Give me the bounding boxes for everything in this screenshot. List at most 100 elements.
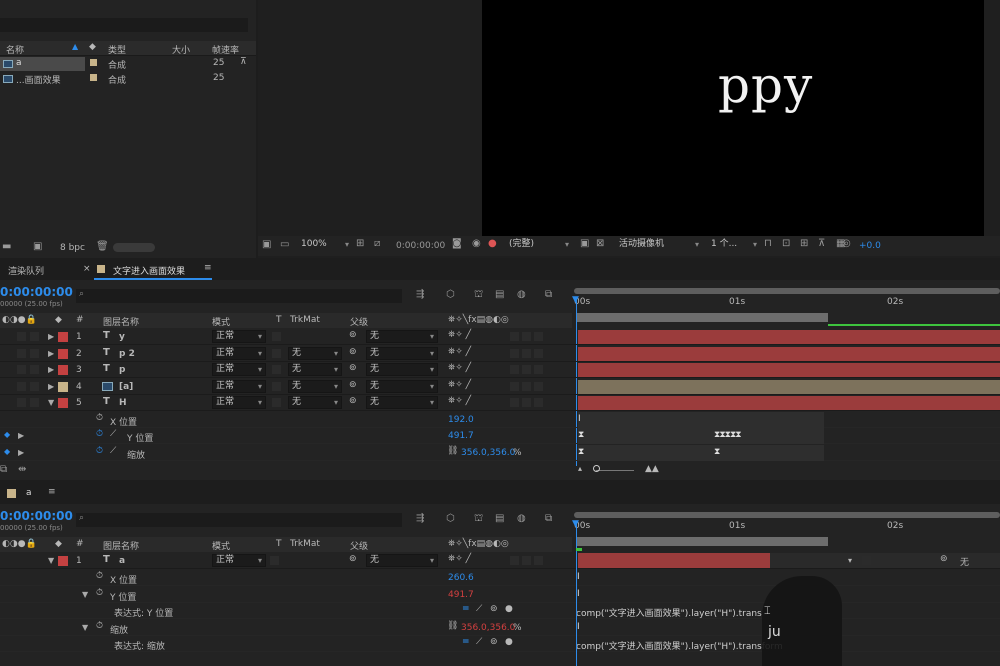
switch-cell[interactable] xyxy=(30,381,39,391)
switch-cell[interactable] xyxy=(17,332,26,341)
expression-row[interactable]: 表达式: 缩放 = ⟋ ⊚ ● comp("文字进入画面效果").layer("… xyxy=(0,636,1000,653)
flowchart-icon[interactable]: ⊼ xyxy=(240,57,247,67)
graph-editor-icon[interactable]: ⧉ xyxy=(545,513,552,524)
expand-triangle-icon[interactable]: ▼ xyxy=(48,398,54,407)
tab-render-queue[interactable]: 渲染队列 xyxy=(8,264,44,277)
layer-name[interactable]: a xyxy=(119,556,125,566)
layer-name[interactable]: y xyxy=(119,332,125,342)
property-value[interactable]: 356.0,356.0 xyxy=(461,448,515,458)
layer-name[interactable]: p xyxy=(119,365,125,375)
switch-cell[interactable] xyxy=(17,381,26,391)
trkmat-select[interactable]: 无 ▾ xyxy=(288,363,342,376)
switches-icon[interactable]: ⛯✧╲fx▤◍◐◎ xyxy=(448,315,509,325)
language-menu-icon[interactable]: ● xyxy=(505,604,513,614)
preserve-transparency[interactable] xyxy=(272,348,281,358)
property-value[interactable]: 260.6 xyxy=(448,573,474,583)
property-row[interactable]: ⏱ X 位置 192.0 xyxy=(0,412,1000,428)
parent-select[interactable]: 无 ▾ xyxy=(366,330,438,343)
close-icon[interactable]: × xyxy=(83,264,91,274)
collapse-triangle-icon[interactable]: ▶ xyxy=(48,332,54,341)
views-select[interactable]: 1 个... ▾ xyxy=(708,239,760,252)
property-row[interactable]: ◆ ▶ ⏱ ⟋ 缩放 ⛓ 356.0,356.0 % xyxy=(0,445,1000,461)
col-type[interactable]: 类型 xyxy=(108,43,126,56)
col-mode[interactable]: 模式 xyxy=(212,315,230,328)
switch-cell[interactable] xyxy=(30,365,39,374)
frame-blend-icon[interactable]: ▤ xyxy=(495,289,504,300)
switch-cell[interactable] xyxy=(534,556,543,565)
col-mode[interactable]: 模式 xyxy=(212,539,230,552)
graph-icon[interactable]: ⟋ xyxy=(110,429,116,439)
switch-cell[interactable] xyxy=(30,332,39,341)
layout-icon[interactable]: ⊡ xyxy=(782,238,790,249)
frame-blend-icon[interactable]: ▤ xyxy=(495,513,504,524)
stopwatch-icon[interactable]: ⏱ xyxy=(96,446,103,456)
parent-select[interactable]: 无 ▾ xyxy=(366,379,438,393)
mode-select[interactable]: 正常 ▾ xyxy=(212,346,266,360)
trash-icon[interactable]: 🗑 xyxy=(96,241,109,252)
reset-exposure-icon[interactable]: ◎ xyxy=(842,238,851,249)
pickwhip-icon[interactable]: ⊚ xyxy=(940,554,948,564)
switch-cell[interactable] xyxy=(534,332,543,341)
expand-triangle-icon[interactable]: ▼ xyxy=(48,556,54,565)
preserve-transparency[interactable] xyxy=(272,332,281,341)
color-channel-icon[interactable]: ● xyxy=(488,238,497,249)
snapshot-icon[interactable]: ▣ xyxy=(262,239,271,250)
label-color[interactable] xyxy=(58,332,68,342)
switch-cell[interactable] xyxy=(862,556,871,565)
collapse-triangle-icon[interactable]: ▶ xyxy=(48,382,54,391)
switch-cell[interactable] xyxy=(510,348,519,358)
thumbnail-slider[interactable] xyxy=(113,243,155,252)
property-value[interactable]: 192.0 xyxy=(448,415,474,425)
preserve-transparency[interactable] xyxy=(272,381,281,391)
draft-3d-icon[interactable]: ⬡ xyxy=(446,289,455,300)
keyframe-track[interactable]: ⧗ ⧗⧗⧗⧗⧗ xyxy=(578,428,824,444)
folder-icon[interactable]: ▬ xyxy=(2,241,11,252)
timecode[interactable]: 0:00:00:00 xyxy=(0,285,73,299)
label-color[interactable] xyxy=(58,348,68,359)
work-area-bar[interactable] xyxy=(576,537,828,546)
language-menu-icon[interactable]: ● xyxy=(505,637,513,647)
toggle-modes-icon[interactable]: ⇹ xyxy=(18,464,26,475)
project-item[interactable]: a 合成 25 ⊼ xyxy=(0,57,256,71)
switch-cell[interactable] xyxy=(534,365,543,374)
switch-cell[interactable] xyxy=(534,348,543,358)
graph-editor-icon[interactable]: ⧉ xyxy=(545,289,552,300)
new-comp-icon[interactable]: ▣ xyxy=(33,241,42,252)
property-row[interactable]: ◆ ▶ ⏱ ⟋ Y 位置 491.7 xyxy=(0,428,1000,444)
layer-bar[interactable] xyxy=(578,363,1000,377)
link-icon[interactable]: ⛓ xyxy=(447,446,458,456)
switch-cell[interactable] xyxy=(522,348,531,358)
layer-bar[interactable] xyxy=(578,379,1000,394)
switch-cell[interactable] xyxy=(510,332,519,341)
switch-cell[interactable] xyxy=(510,398,519,407)
parent-select[interactable]: 无 ▾ xyxy=(366,396,438,409)
motion-blur-icon[interactable]: ◍ xyxy=(517,289,526,300)
pickwhip-icon[interactable]: ⊚ xyxy=(349,380,357,390)
time-ruler[interactable]: 00s 01s 02s xyxy=(574,510,1000,538)
show-channel-icon[interactable]: ◉ xyxy=(472,238,481,249)
motion-blur-icon[interactable]: ◍ xyxy=(517,513,526,524)
timecode[interactable]: 0:00:00:00 xyxy=(0,509,73,523)
pickwhip-icon[interactable]: ⊚ xyxy=(349,396,357,406)
keyframe-track[interactable]: ⧗ ⧗ xyxy=(578,444,824,461)
switch-cell[interactable] xyxy=(17,398,26,407)
col-size[interactable]: 大小 xyxy=(172,43,190,56)
playhead-icon[interactable]: ▼ xyxy=(572,295,579,305)
canvas[interactable]: ppy xyxy=(482,0,984,236)
monitor-icon[interactable]: ▭ xyxy=(280,239,289,250)
view-options-icon[interactable]: ⊓ xyxy=(764,238,772,249)
zoom-in-icon[interactable]: ▲▲ xyxy=(645,464,659,474)
switch-cell[interactable] xyxy=(534,398,543,407)
chevron-down-icon[interactable]: ▾ xyxy=(848,556,852,565)
keyframe-nav-icon[interactable]: ◆ xyxy=(4,430,10,439)
label-color[interactable] xyxy=(58,365,68,375)
time-ruler[interactable]: 00s 01s 02s xyxy=(574,286,1000,314)
parent-select[interactable]: 无 ▾ xyxy=(366,554,438,567)
pickwhip-icon[interactable]: ⊚ xyxy=(349,347,357,357)
col-t[interactable]: T xyxy=(276,315,282,325)
layer-name[interactable]: [a] xyxy=(119,382,133,392)
region-icon[interactable]: ⊞ xyxy=(356,238,364,249)
switch-cell[interactable] xyxy=(30,348,39,358)
pickwhip-icon[interactable]: ⊚ xyxy=(349,554,357,564)
project-item[interactable]: ...画面效果 合成 25 xyxy=(0,72,256,86)
